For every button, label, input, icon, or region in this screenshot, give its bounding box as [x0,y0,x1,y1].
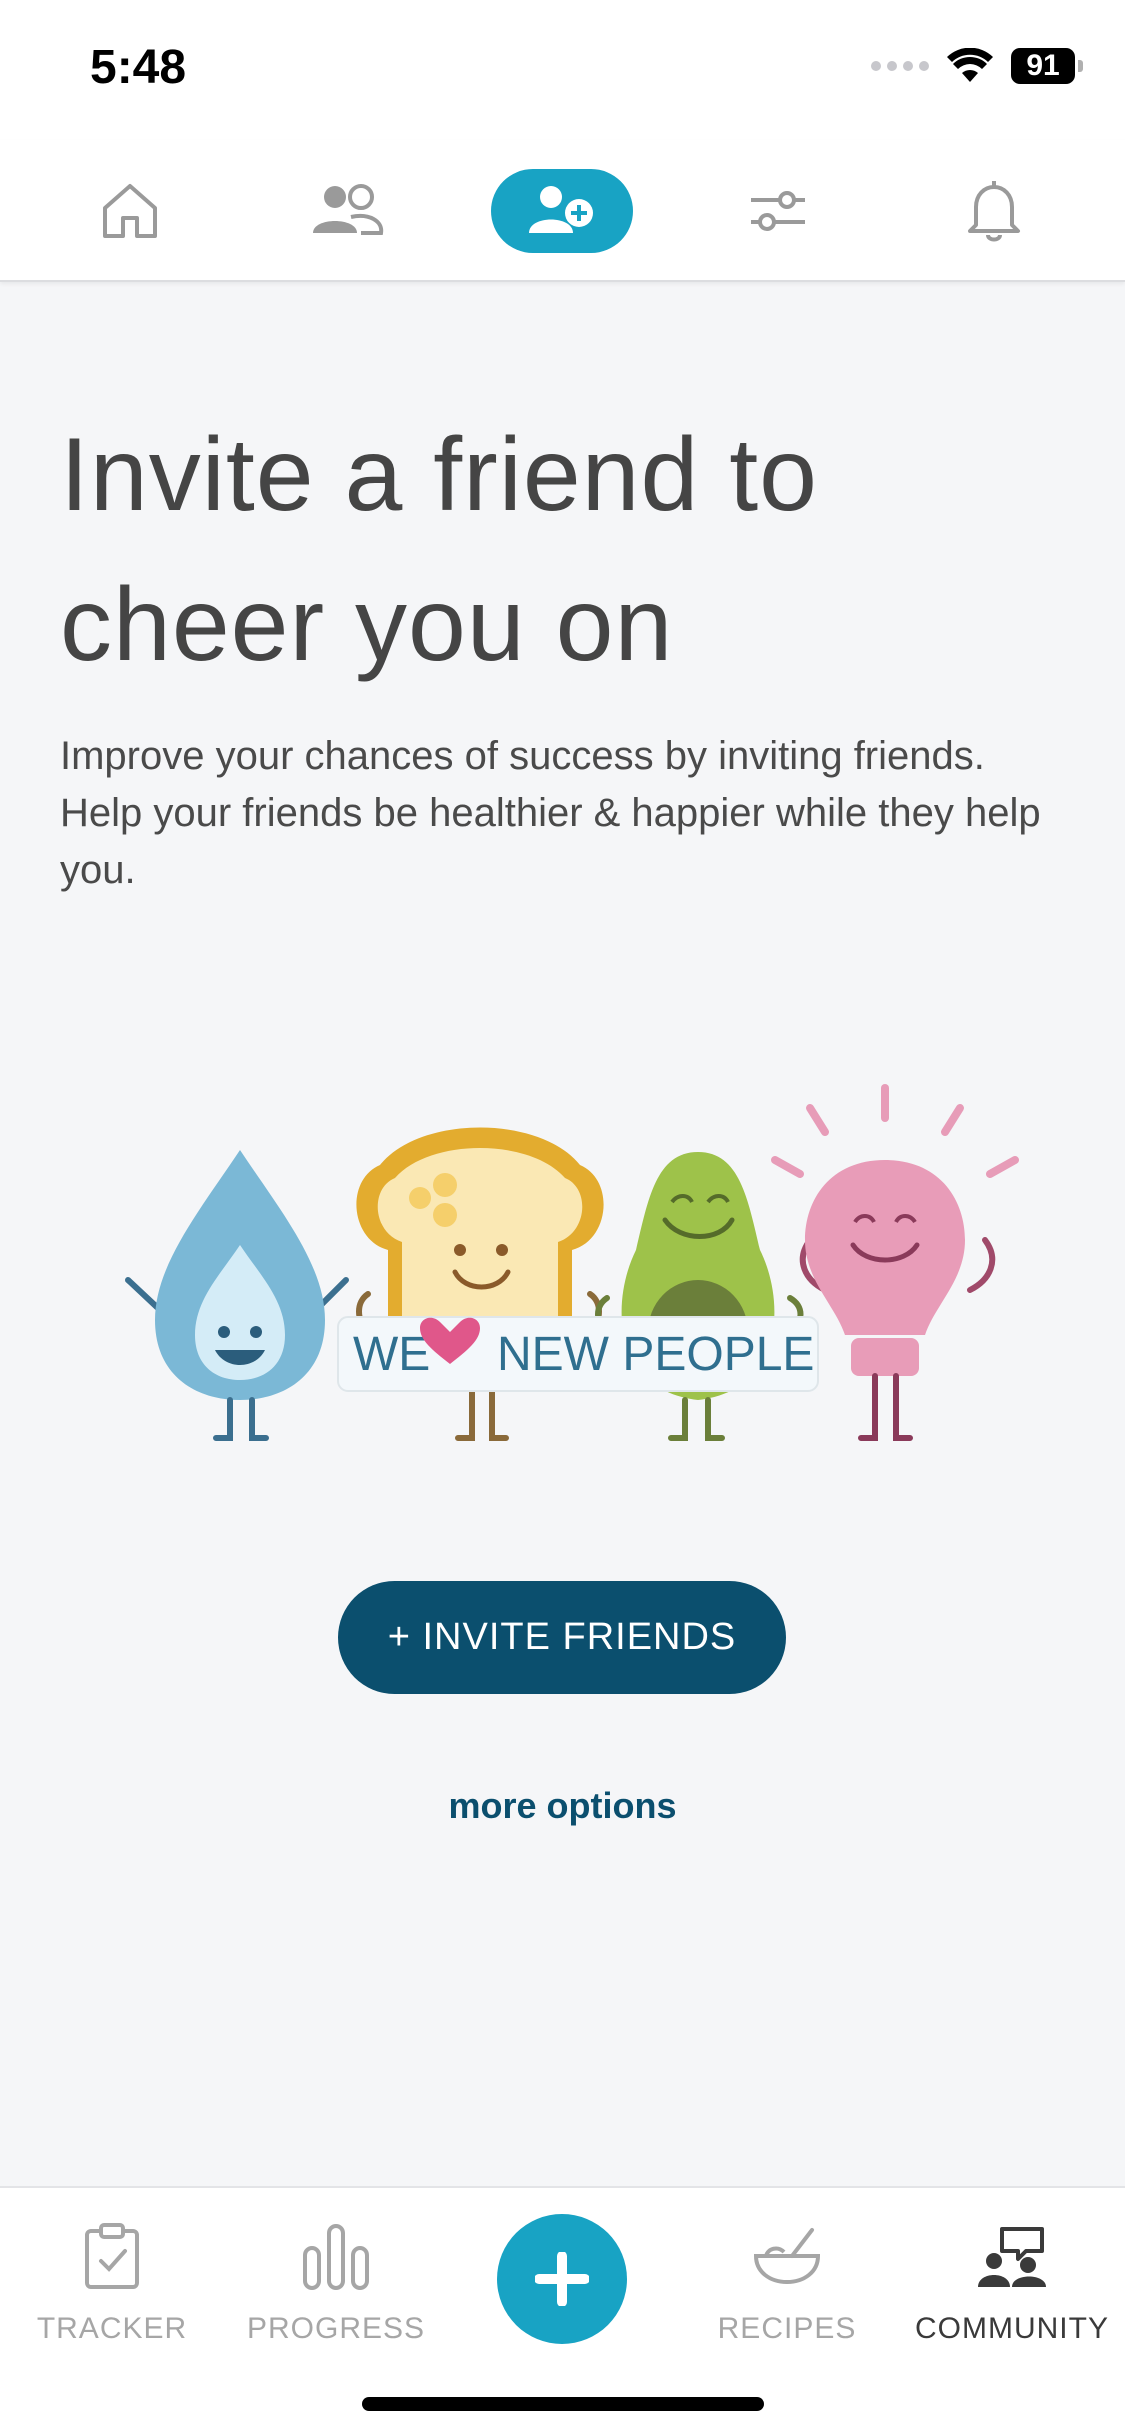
tab-progress[interactable]: PROGRESS [236,2212,436,2346]
nav-invite-active-pill [491,169,633,253]
add-person-icon [529,186,593,233]
we-love-new-people-banner: WE NEW PEOPLE [337,1316,819,1392]
tab-community[interactable]: COMMUNITY [912,2212,1112,2346]
avocado-mascot [595,1152,804,1441]
tab-community-label: COMMUNITY [915,2312,1109,2345]
banner-people-text: NEW PEOPLE [497,1328,814,1381]
bell-icon [968,181,1020,242]
battery-icon: 91 [1011,48,1083,84]
nav-notifications-button[interactable] [934,140,1054,282]
page-title: Invite a friend to cheer you on [60,400,1060,700]
mascots-illustration-art: WE NEW PEOPLE [125,1084,1019,1441]
add-entry-button[interactable] [497,2214,627,2344]
plus-icon [535,2252,589,2306]
invite-friends-screen: 5:48 91 Invite a friend to cheer you on … [0,0,1125,2436]
cellular-signal-icon [871,61,929,71]
mascots-illustration: WE NEW PEOPLE [120,1070,1040,1470]
home-icon [103,184,157,238]
invite-friends-button[interactable]: + INVITE FRIENDS [338,1581,786,1694]
page-title-line-1: Invite a friend to [60,417,818,533]
status-indicators: 91 [871,48,1083,84]
page-title-line-2: cheer you on [60,567,674,683]
bar-chart-icon [303,2224,369,2290]
tab-tracker-label: TRACKER [36,2312,188,2345]
community-icon [978,2227,1046,2287]
tab-progress-label: PROGRESS [246,2312,426,2345]
nav-settings-button[interactable] [718,140,838,282]
tab-tracker[interactable]: TRACKER [12,2212,212,2346]
wifi-icon [947,48,993,82]
nav-home-button[interactable] [70,140,190,282]
water-drop-mascot [125,1150,349,1441]
status-time: 5:48 [90,41,187,94]
page-description: Improve your chances of success by invit… [60,734,1041,892]
nav-invite-button[interactable] [491,140,633,282]
nav-friends-button[interactable] [287,140,407,282]
status-bar: 5:48 91 [0,0,1125,140]
banner-we-text: WE [353,1328,430,1381]
tab-recipes[interactable]: RECIPES [687,2212,887,2346]
top-nav [0,140,1125,282]
home-indicator[interactable] [362,2397,764,2411]
clipboard-check-icon [85,2223,139,2289]
tab-recipes-label: RECIPES [717,2312,857,2345]
sliders-icon [751,191,805,231]
bowl-icon [753,2228,821,2285]
more-options-link[interactable]: more options [0,1785,1125,1827]
people-icon [313,184,384,235]
